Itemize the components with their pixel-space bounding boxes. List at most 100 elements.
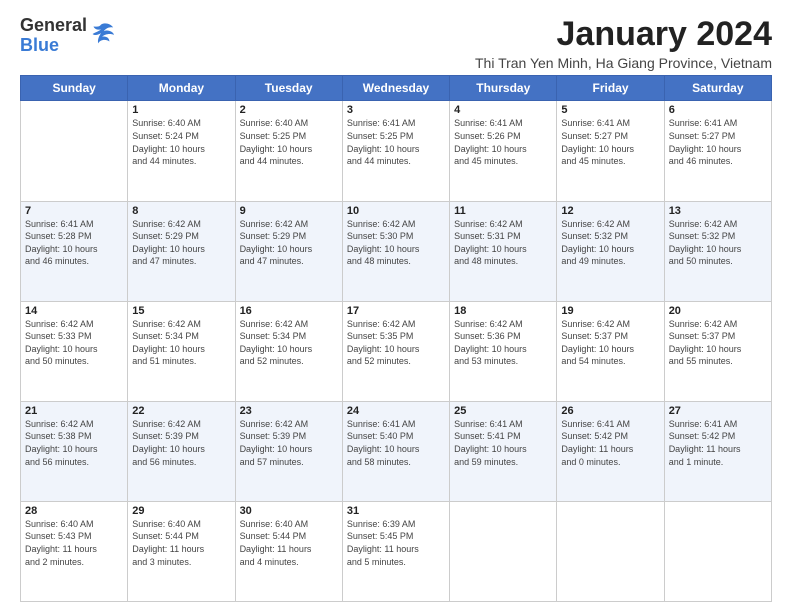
table-row: 7Sunrise: 6:41 AMSunset: 5:28 PMDaylight…: [21, 201, 128, 301]
calendar-week-row: 28Sunrise: 6:40 AMSunset: 5:43 PMDayligh…: [21, 501, 772, 601]
day-number: 9: [240, 205, 338, 217]
day-info: Sunrise: 6:40 AMSunset: 5:44 PMDaylight:…: [240, 518, 338, 568]
table-row: 18Sunrise: 6:42 AMSunset: 5:36 PMDayligh…: [450, 301, 557, 401]
day-number: 7: [25, 205, 123, 217]
day-number: 13: [669, 205, 767, 217]
table-row: [557, 501, 664, 601]
table-row: 15Sunrise: 6:42 AMSunset: 5:34 PMDayligh…: [128, 301, 235, 401]
table-row: 9Sunrise: 6:42 AMSunset: 5:29 PMDaylight…: [235, 201, 342, 301]
day-info: Sunrise: 6:41 AMSunset: 5:42 PMDaylight:…: [669, 418, 767, 468]
day-info: Sunrise: 6:40 AMSunset: 5:44 PMDaylight:…: [132, 518, 230, 568]
calendar-week-row: 21Sunrise: 6:42 AMSunset: 5:38 PMDayligh…: [21, 401, 772, 501]
table-row: 23Sunrise: 6:42 AMSunset: 5:39 PMDayligh…: [235, 401, 342, 501]
logo-bird-icon: [87, 20, 115, 48]
table-row: 1Sunrise: 6:40 AMSunset: 5:24 PMDaylight…: [128, 101, 235, 201]
day-info: Sunrise: 6:41 AMSunset: 5:27 PMDaylight:…: [669, 117, 767, 167]
day-number: 25: [454, 405, 552, 417]
day-info: Sunrise: 6:42 AMSunset: 5:31 PMDaylight:…: [454, 218, 552, 268]
day-info: Sunrise: 6:42 AMSunset: 5:37 PMDaylight:…: [561, 318, 659, 368]
day-number: 19: [561, 305, 659, 317]
table-row: [664, 501, 771, 601]
col-friday: Friday: [557, 76, 664, 101]
table-row: 8Sunrise: 6:42 AMSunset: 5:29 PMDaylight…: [128, 201, 235, 301]
table-row: 24Sunrise: 6:41 AMSunset: 5:40 PMDayligh…: [342, 401, 449, 501]
day-info: Sunrise: 6:41 AMSunset: 5:42 PMDaylight:…: [561, 418, 659, 468]
day-number: 24: [347, 405, 445, 417]
day-number: 22: [132, 405, 230, 417]
day-number: 27: [669, 405, 767, 417]
logo-blue: Blue: [20, 36, 87, 56]
logo: General Blue: [20, 16, 115, 56]
calendar-week-row: 14Sunrise: 6:42 AMSunset: 5:33 PMDayligh…: [21, 301, 772, 401]
day-number: 26: [561, 405, 659, 417]
col-tuesday: Tuesday: [235, 76, 342, 101]
table-row: 31Sunrise: 6:39 AMSunset: 5:45 PMDayligh…: [342, 501, 449, 601]
day-info: Sunrise: 6:42 AMSunset: 5:34 PMDaylight:…: [240, 318, 338, 368]
day-number: 23: [240, 405, 338, 417]
table-row: 29Sunrise: 6:40 AMSunset: 5:44 PMDayligh…: [128, 501, 235, 601]
month-title: January 2024: [475, 16, 772, 53]
calendar-table: Sunday Monday Tuesday Wednesday Thursday…: [20, 75, 772, 602]
day-info: Sunrise: 6:42 AMSunset: 5:36 PMDaylight:…: [454, 318, 552, 368]
day-info: Sunrise: 6:42 AMSunset: 5:29 PMDaylight:…: [132, 218, 230, 268]
title-block: January 2024 Thi Tran Yen Minh, Ha Giang…: [475, 16, 772, 71]
header: General Blue January 2024 Thi Tran Yen M…: [20, 16, 772, 71]
day-number: 15: [132, 305, 230, 317]
day-number: 17: [347, 305, 445, 317]
day-number: 28: [25, 505, 123, 517]
table-row: 22Sunrise: 6:42 AMSunset: 5:39 PMDayligh…: [128, 401, 235, 501]
col-sunday: Sunday: [21, 76, 128, 101]
logo-general: General: [20, 16, 87, 36]
table-row: 25Sunrise: 6:41 AMSunset: 5:41 PMDayligh…: [450, 401, 557, 501]
calendar-week-row: 1Sunrise: 6:40 AMSunset: 5:24 PMDaylight…: [21, 101, 772, 201]
day-number: 14: [25, 305, 123, 317]
day-number: 1: [132, 104, 230, 116]
day-number: 4: [454, 104, 552, 116]
table-row: 5Sunrise: 6:41 AMSunset: 5:27 PMDaylight…: [557, 101, 664, 201]
day-number: 18: [454, 305, 552, 317]
table-row: 2Sunrise: 6:40 AMSunset: 5:25 PMDaylight…: [235, 101, 342, 201]
day-number: 29: [132, 505, 230, 517]
table-row: 4Sunrise: 6:41 AMSunset: 5:26 PMDaylight…: [450, 101, 557, 201]
day-info: Sunrise: 6:42 AMSunset: 5:37 PMDaylight:…: [669, 318, 767, 368]
day-info: Sunrise: 6:39 AMSunset: 5:45 PMDaylight:…: [347, 518, 445, 568]
day-info: Sunrise: 6:40 AMSunset: 5:25 PMDaylight:…: [240, 117, 338, 167]
table-row: 3Sunrise: 6:41 AMSunset: 5:25 PMDaylight…: [342, 101, 449, 201]
day-info: Sunrise: 6:41 AMSunset: 5:41 PMDaylight:…: [454, 418, 552, 468]
table-row: 12Sunrise: 6:42 AMSunset: 5:32 PMDayligh…: [557, 201, 664, 301]
table-row: 6Sunrise: 6:41 AMSunset: 5:27 PMDaylight…: [664, 101, 771, 201]
table-row: 17Sunrise: 6:42 AMSunset: 5:35 PMDayligh…: [342, 301, 449, 401]
table-row: 21Sunrise: 6:42 AMSunset: 5:38 PMDayligh…: [21, 401, 128, 501]
day-info: Sunrise: 6:42 AMSunset: 5:33 PMDaylight:…: [25, 318, 123, 368]
logo-text: General Blue: [20, 16, 87, 56]
col-thursday: Thursday: [450, 76, 557, 101]
location: Thi Tran Yen Minh, Ha Giang Province, Vi…: [475, 55, 772, 71]
day-number: 16: [240, 305, 338, 317]
day-number: 2: [240, 104, 338, 116]
calendar-week-row: 7Sunrise: 6:41 AMSunset: 5:28 PMDaylight…: [21, 201, 772, 301]
day-number: 8: [132, 205, 230, 217]
day-info: Sunrise: 6:42 AMSunset: 5:39 PMDaylight:…: [240, 418, 338, 468]
table-row: 26Sunrise: 6:41 AMSunset: 5:42 PMDayligh…: [557, 401, 664, 501]
day-info: Sunrise: 6:41 AMSunset: 5:25 PMDaylight:…: [347, 117, 445, 167]
col-monday: Monday: [128, 76, 235, 101]
day-number: 3: [347, 104, 445, 116]
day-info: Sunrise: 6:40 AMSunset: 5:43 PMDaylight:…: [25, 518, 123, 568]
day-info: Sunrise: 6:42 AMSunset: 5:34 PMDaylight:…: [132, 318, 230, 368]
day-info: Sunrise: 6:42 AMSunset: 5:29 PMDaylight:…: [240, 218, 338, 268]
table-row: 13Sunrise: 6:42 AMSunset: 5:32 PMDayligh…: [664, 201, 771, 301]
day-info: Sunrise: 6:42 AMSunset: 5:39 PMDaylight:…: [132, 418, 230, 468]
day-info: Sunrise: 6:41 AMSunset: 5:27 PMDaylight:…: [561, 117, 659, 167]
day-number: 10: [347, 205, 445, 217]
table-row: 19Sunrise: 6:42 AMSunset: 5:37 PMDayligh…: [557, 301, 664, 401]
table-row: [450, 501, 557, 601]
table-row: 30Sunrise: 6:40 AMSunset: 5:44 PMDayligh…: [235, 501, 342, 601]
day-info: Sunrise: 6:40 AMSunset: 5:24 PMDaylight:…: [132, 117, 230, 167]
table-row: 27Sunrise: 6:41 AMSunset: 5:42 PMDayligh…: [664, 401, 771, 501]
table-row: 10Sunrise: 6:42 AMSunset: 5:30 PMDayligh…: [342, 201, 449, 301]
table-row: 11Sunrise: 6:42 AMSunset: 5:31 PMDayligh…: [450, 201, 557, 301]
day-number: 5: [561, 104, 659, 116]
table-row: 20Sunrise: 6:42 AMSunset: 5:37 PMDayligh…: [664, 301, 771, 401]
day-number: 31: [347, 505, 445, 517]
day-number: 6: [669, 104, 767, 116]
